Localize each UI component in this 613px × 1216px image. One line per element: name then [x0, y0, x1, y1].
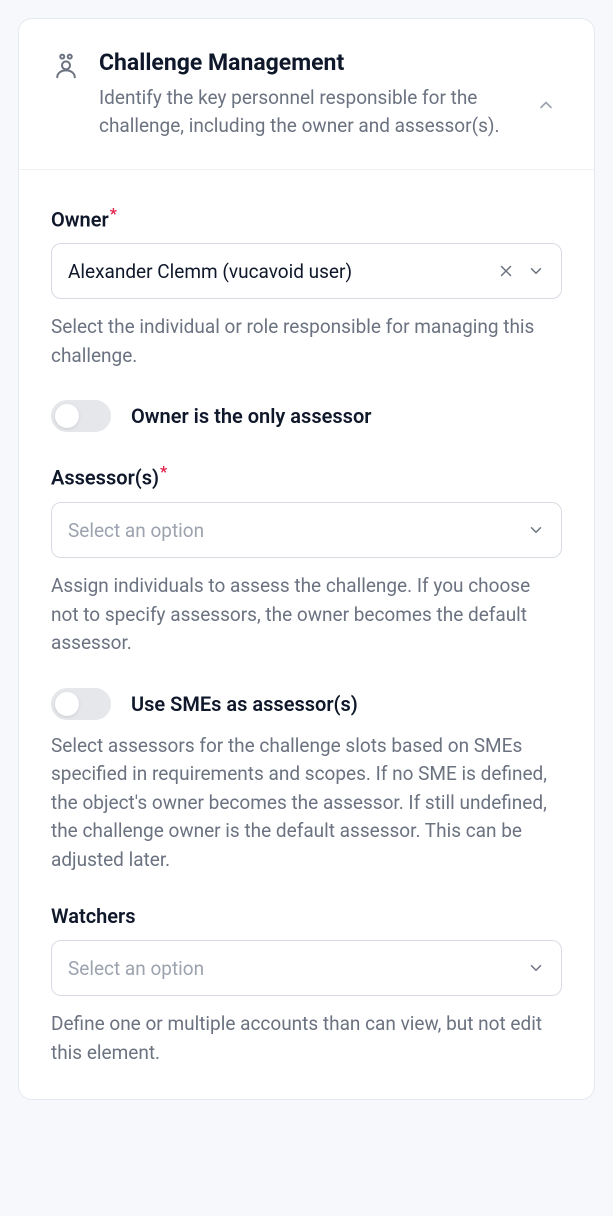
collapse-button[interactable] [530, 89, 562, 125]
sme-toggle-label: Use SMEs as assessor(s) [131, 692, 358, 716]
assessors-select-icons [527, 521, 545, 539]
owner-label: Owner* [51, 204, 562, 232]
owner-only-toggle-label: Owner is the only assessor [131, 404, 371, 428]
people-group-icon [51, 51, 81, 85]
assessors-select[interactable]: Select an option [51, 502, 562, 558]
clear-icon[interactable] [497, 262, 515, 280]
card-body: Owner* Alexander Clemm (vucavoid user) [19, 170, 594, 1099]
challenge-management-card: Challenge Management Identify the key pe… [18, 18, 595, 1100]
assessors-label: Assessor(s)* [51, 462, 562, 490]
sme-toggle-block: Use SMEs as assessor(s) Select assessors… [51, 688, 562, 875]
watchers-select[interactable]: Select an option [51, 940, 562, 996]
toggle-knob [55, 404, 79, 428]
chevron-down-icon[interactable] [527, 521, 545, 539]
assessors-help-text: Assign individuals to assess the challen… [51, 572, 562, 658]
owner-label-text: Owner [51, 207, 109, 231]
owner-only-toggle-row: Owner is the only assessor [51, 400, 562, 432]
assessors-select-placeholder: Select an option [68, 519, 527, 542]
required-marker: * [160, 462, 167, 481]
sme-toggle-help-text: Select assessors for the challenge slots… [51, 732, 562, 875]
owner-help-text: Select the individual or role responsibl… [51, 313, 562, 370]
assessors-field: Assessor(s)* Select an option Assign ind… [51, 462, 562, 657]
card-subtitle: Identify the key personnel responsible f… [99, 84, 512, 141]
owner-only-toggle[interactable] [51, 400, 111, 432]
chevron-up-icon [536, 95, 556, 115]
watchers-field: Watchers Select an option Define one or … [51, 904, 562, 1067]
chevron-down-icon[interactable] [527, 262, 545, 280]
sme-toggle-row: Use SMEs as assessor(s) [51, 688, 562, 720]
owner-select[interactable]: Alexander Clemm (vucavoid user) [51, 243, 562, 299]
watchers-help-text: Define one or multiple accounts than can… [51, 1010, 562, 1067]
owner-select-value: Alexander Clemm (vucavoid user) [68, 260, 497, 283]
required-marker: * [110, 204, 117, 223]
owner-select-icons [497, 262, 545, 280]
watchers-label: Watchers [51, 904, 562, 928]
header-text: Challenge Management Identify the key pe… [99, 49, 512, 141]
owner-field: Owner* Alexander Clemm (vucavoid user) [51, 204, 562, 371]
sme-toggle[interactable] [51, 688, 111, 720]
toggle-knob [55, 692, 79, 716]
card-header: Challenge Management Identify the key pe… [19, 19, 594, 170]
watchers-select-icons [527, 959, 545, 977]
assessors-label-text: Assessor(s) [51, 466, 159, 490]
chevron-down-icon[interactable] [527, 959, 545, 977]
card-title: Challenge Management [99, 49, 512, 78]
watchers-select-placeholder: Select an option [68, 957, 527, 980]
